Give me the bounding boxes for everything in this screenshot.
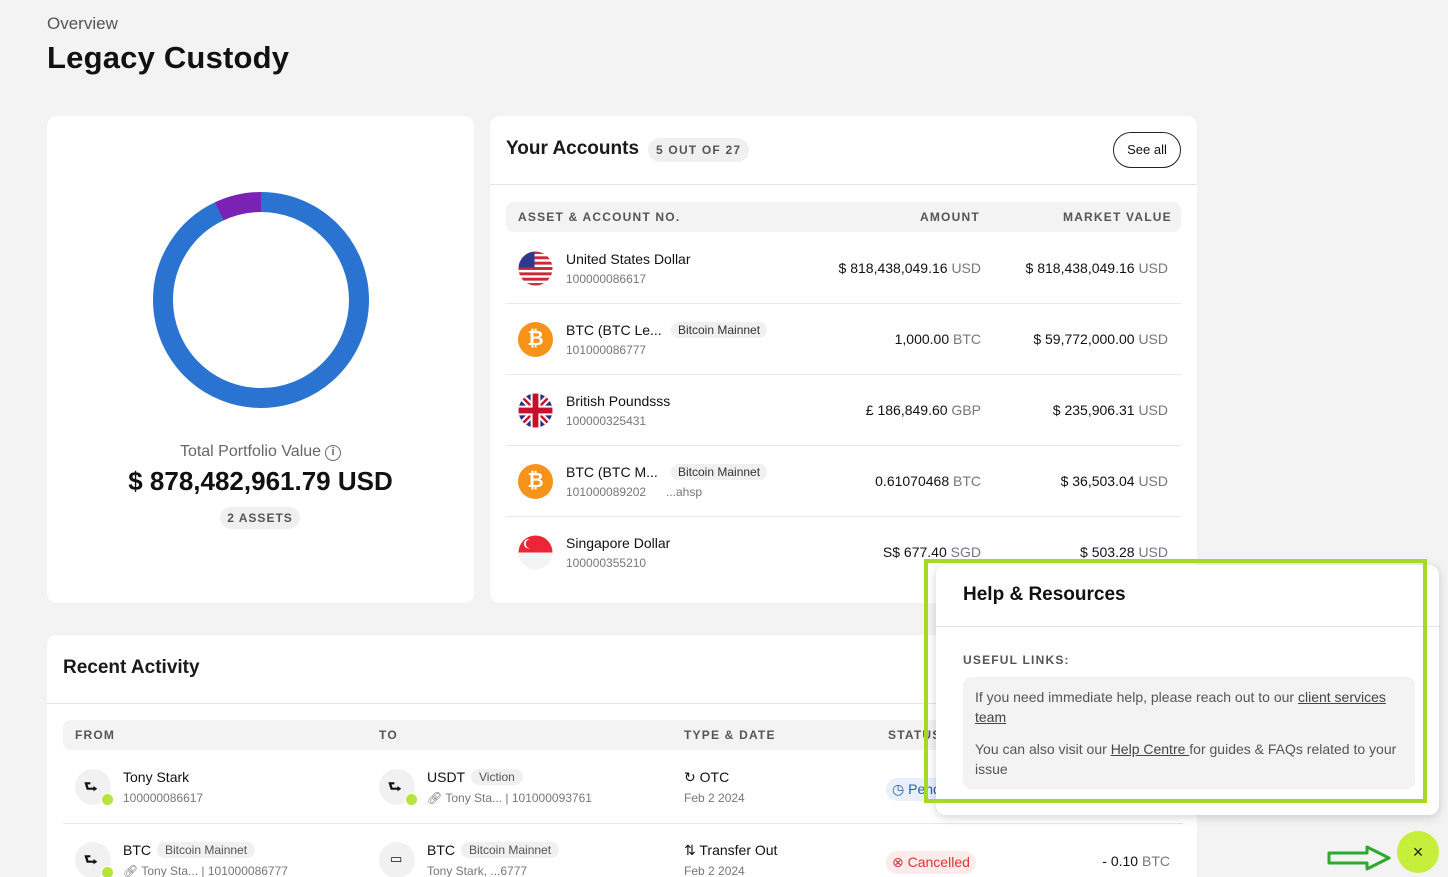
column-from: FROM (75, 728, 116, 742)
network-badge: Bitcoin Mainnet (157, 842, 256, 858)
transfer-icon: ⮑ (75, 769, 114, 806)
wallet-icon: ▭ (379, 842, 415, 877)
help-centre-link[interactable]: Help Centre (1111, 741, 1190, 757)
divider (936, 626, 1439, 627)
account-address: ...ahsp (666, 485, 703, 499)
recent-activity-title: Recent Activity (63, 657, 200, 678)
to-sub: Tony Stark, ...6777 (427, 864, 528, 877)
portfolio-card: Total Portfolio Value i $ 878,482,961.79 … (47, 116, 474, 603)
account-number: 100000086617 (566, 272, 647, 286)
to-sub: 🔗︎ Tony Sta... | 101000093761 (427, 791, 592, 805)
total-portfolio-value: $ 878,482,961.79 USD (128, 466, 393, 496)
link-icon: 🔗︎ (123, 864, 139, 877)
account-market-value: $ 503.28 USD (1080, 544, 1168, 560)
account-name: United States Dollar (566, 251, 691, 267)
help-links-box: If you need immediate help, please reach… (963, 677, 1415, 789)
network-badge: Bitcoin Mainnet (671, 464, 768, 480)
account-name: BTC (BTC Le... (566, 322, 662, 338)
user-icon (405, 793, 418, 806)
account-name: BTC (BTC M... (566, 464, 658, 480)
account-number: 100000325431 (566, 414, 647, 428)
column-asset: ASSET & ACCOUNT NO. (518, 210, 681, 224)
account-amount: 0.61070468 BTC (875, 473, 981, 489)
from-name: BTC (123, 842, 151, 858)
account-name: British Poundsss (566, 393, 671, 409)
network-badge: Viction (471, 769, 523, 785)
accounts-count-badge: 5 OUT OF 27 (648, 138, 750, 162)
activity-type: ⇅ Transfer Out (684, 842, 778, 858)
divider (490, 184, 1197, 185)
network-badge: Bitcoin Mainnet (461, 842, 560, 858)
to-name: BTC (427, 842, 455, 858)
help-resources-panel: Help & Resources USEFUL LINKS: If you ne… (936, 565, 1439, 815)
help-text-1: If you need immediate help, please reach… (975, 689, 1386, 725)
account-market-value: $ 59,772,000.00 USD (1033, 331, 1168, 347)
bitcoin-icon: ₿ (518, 464, 553, 499)
column-to: TO (379, 728, 398, 742)
column-status: STATUS (888, 728, 942, 742)
from-sub: 100000086617 (123, 791, 204, 805)
account-market-value: $ 36,503.04 USD (1060, 473, 1168, 489)
account-number: 101000089202 (566, 485, 647, 499)
account-market-value: $ 818,438,049.16 USD (1025, 260, 1168, 276)
activity-date: Feb 2 2024 (684, 864, 745, 877)
user-icon (101, 793, 114, 806)
account-amount: $ 818,438,049.16 USD (838, 260, 981, 276)
total-portfolio-label: Total Portfolio Value i (47, 443, 474, 461)
from-sub: 🔗︎ Tony Sta... | 101000086777 (123, 864, 288, 877)
page-title: Legacy Custody (47, 40, 290, 75)
account-row[interactable]: United States Dollar 100000086617 $ 818,… (506, 233, 1181, 304)
activity-date: Feb 2 2024 (684, 791, 745, 805)
account-row[interactable]: British Poundsss 100000325431 £ 186,849.… (506, 375, 1181, 446)
account-row[interactable]: ₿ BTC (BTC M... Bitcoin Mainnet 10100008… (506, 446, 1181, 517)
clock-icon: ◷ (892, 781, 905, 797)
useful-links-label: USEFUL LINKS: (963, 653, 1070, 667)
account-amount: 1,000.00 BTC (894, 331, 981, 347)
donut-segment-minor (153, 192, 369, 408)
info-icon[interactable]: i (325, 445, 342, 461)
uk-flag-icon (518, 393, 553, 428)
page-overline: Overview (47, 14, 118, 33)
arrow-right-icon (1327, 845, 1391, 871)
see-all-button[interactable]: See all (1113, 132, 1181, 168)
to-name: USDT (427, 769, 466, 785)
account-number: 100000355210 (566, 556, 647, 570)
accounts-title: Your Accounts (506, 138, 640, 159)
activity-amount: - 0.10 BTC (1102, 853, 1170, 869)
account-amount: S$ 677.40 SGD (882, 544, 981, 560)
assets-count-badge: 2 ASSETS (220, 507, 300, 529)
activity-type: ↻ OTC (684, 769, 730, 785)
column-amount: AMOUNT (920, 210, 980, 224)
account-amount: £ 186,849.60 GBP (865, 402, 981, 418)
account-row[interactable]: ₿ BTC (BTC Le... Bitcoin Mainnet 1010000… (506, 304, 1181, 375)
link-icon: 🔗︎ (427, 791, 443, 805)
account-number: 101000086777 (566, 343, 647, 357)
portfolio-donut-chart (153, 192, 369, 408)
user-icon (101, 866, 114, 877)
column-market-value: MARKET VALUE (1063, 210, 1172, 224)
cancel-icon: ⊗ (892, 854, 904, 870)
transfer-icon: ⮑ (75, 842, 114, 877)
accounts-table-header: ASSET & ACCOUNT NO. AMOUNT MARKET VALUE (506, 202, 1181, 232)
refresh-icon: ↻ (684, 769, 696, 785)
column-type-date: TYPE & DATE (684, 728, 776, 742)
us-flag-icon (518, 251, 553, 286)
account-name: Singapore Dollar (566, 535, 671, 551)
transfer-arrows-icon: ⇅ (684, 842, 696, 858)
donut-segment-major (153, 192, 369, 408)
accounts-card: Your Accounts 5 OUT OF 27 See all ASSET … (490, 116, 1197, 603)
close-help-button[interactable]: × (1397, 831, 1439, 873)
transfer-icon: ⮑ (379, 769, 418, 806)
network-badge: Bitcoin Mainnet (671, 322, 768, 338)
account-market-value: $ 235,906.31 USD (1052, 402, 1168, 418)
from-name: Tony Stark (123, 769, 190, 785)
bitcoin-icon: ₿ (518, 322, 553, 357)
activity-row[interactable]: ⮑ BTC Bitcoin Mainnet 🔗︎ Tony Sta... | 1… (63, 825, 1183, 877)
help-text-2: You can also visit our Help Centre for g… (975, 741, 1397, 777)
status-badge: ⊗ Cancelled (886, 851, 976, 874)
sg-flag-icon (518, 535, 553, 570)
help-title: Help & Resources (963, 584, 1126, 605)
